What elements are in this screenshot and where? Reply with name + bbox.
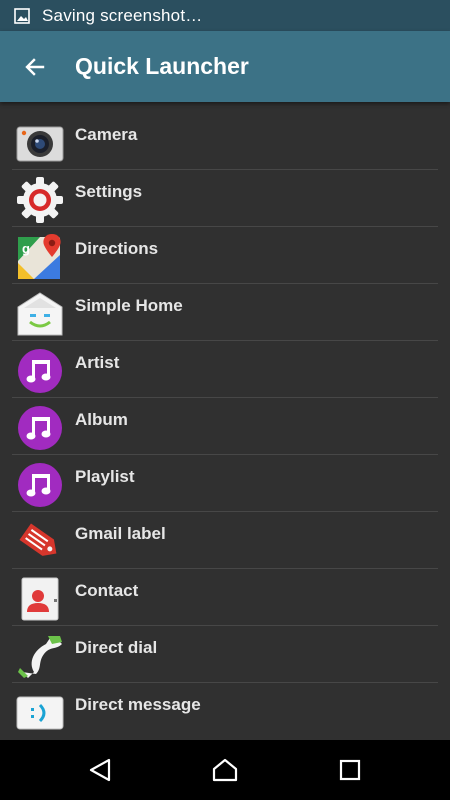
simple-home-icon (17, 292, 63, 336)
message-icon (16, 696, 64, 730)
item-label: Gmail label (75, 524, 166, 543)
home-icon[interactable] (212, 757, 238, 783)
item-label: Artist (75, 353, 120, 372)
list-item-directions[interactable]: g Directions (0, 227, 450, 284)
navigation-bar (0, 740, 450, 800)
launcher-list: Camera Settings g Directions Simple Home… (0, 113, 450, 740)
camera-icon (16, 126, 64, 162)
item-label: Playlist (75, 467, 135, 486)
maps-directions-icon: g (18, 234, 61, 279)
item-label: Direct dial (75, 638, 158, 657)
item-label: Settings (75, 182, 143, 201)
list-item-camera[interactable]: Camera (0, 113, 450, 170)
status-bar: Saving screenshot… (0, 0, 450, 31)
svg-text:g: g (22, 241, 30, 256)
back-icon[interactable] (87, 757, 113, 783)
music-note-icon (18, 463, 62, 507)
music-note-icon (18, 349, 62, 393)
item-label: Camera (75, 125, 138, 144)
item-label: Directions (75, 239, 159, 258)
list-item-playlist[interactable]: Playlist (0, 455, 450, 512)
item-label: Direct message (75, 695, 201, 714)
item-label: Album (75, 410, 128, 429)
list-item-direct-message[interactable]: Direct message (0, 683, 450, 740)
list-item-direct-dial[interactable]: Direct dial (0, 626, 450, 683)
app-bar: Quick Launcher (0, 31, 450, 102)
image-icon (14, 7, 30, 24)
recents-icon[interactable] (337, 757, 363, 783)
list-item-simple-home[interactable]: Simple Home (0, 284, 450, 341)
list-item-contact[interactable]: Contact (0, 569, 450, 626)
item-label: Simple Home (75, 296, 183, 315)
settings-gear-icon (17, 177, 63, 223)
item-label: Contact (75, 581, 139, 600)
phone-icon (18, 636, 62, 678)
list-item-album[interactable]: Album (0, 398, 450, 455)
list-item-gmail-label[interactable]: Gmail label (0, 512, 450, 569)
contact-icon (21, 577, 59, 621)
page-title: Quick Launcher (75, 53, 249, 79)
gmail-label-icon (19, 523, 57, 556)
list-item-settings[interactable]: Settings (0, 170, 450, 227)
arrow-left-icon[interactable] (23, 55, 47, 79)
status-text: Saving screenshot… (42, 5, 203, 25)
music-note-icon (18, 406, 62, 450)
list-item-artist[interactable]: Artist (0, 341, 450, 398)
